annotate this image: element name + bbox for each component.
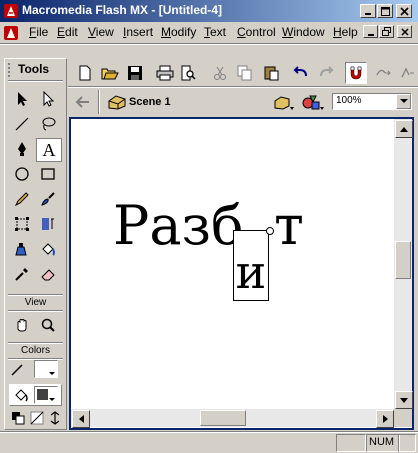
scene-label: Scene 1 <box>129 96 171 108</box>
text-edit-char[interactable]: и <box>233 245 269 299</box>
zoom-select[interactable]: 100% <box>332 93 412 110</box>
edit-symbols-icon[interactable] <box>302 93 326 111</box>
colors-sep <box>8 342 63 344</box>
minimize-button[interactable] <box>360 4 376 18</box>
print-preview-icon[interactable] <box>178 63 198 83</box>
paste-icon[interactable] <box>261 63 281 83</box>
lasso-tool[interactable] <box>36 113 60 135</box>
menu-text[interactable]: Text <box>204 25 226 39</box>
menu-edit[interactable]: Edit <box>57 25 78 39</box>
status-scroll <box>398 434 416 452</box>
menu-modify[interactable]: Modify <box>161 25 196 39</box>
text-box-resize-handle[interactable] <box>266 227 274 235</box>
paint-bucket-tool[interactable] <box>36 238 60 260</box>
menu-view[interactable]: View <box>88 25 114 39</box>
toolbar-divider <box>68 86 418 88</box>
maximize-button[interactable] <box>377 4 393 18</box>
horizontal-scrollbar[interactable] <box>71 409 394 428</box>
text-tool[interactable]: A <box>36 138 62 162</box>
view-sep <box>8 294 63 296</box>
vertical-scroll-thumb[interactable] <box>395 241 411 279</box>
document-icon[interactable] <box>3 25 19 41</box>
edit-bar-sep <box>98 90 100 114</box>
ink-bottle-tool[interactable] <box>10 238 34 260</box>
print-icon[interactable] <box>155 63 175 83</box>
pencil-tool[interactable] <box>10 188 34 210</box>
hand-tool[interactable] <box>10 314 34 336</box>
stage[interactable]: Разб т и <box>71 119 394 409</box>
zoom-tool[interactable] <box>36 314 60 336</box>
scroll-left-button[interactable] <box>72 410 90 428</box>
status-divider <box>0 431 418 433</box>
scroll-up-button[interactable] <box>395 120 413 138</box>
zoom-value: 100% <box>336 95 362 106</box>
back-arrow-icon[interactable] <box>74 93 92 111</box>
fill-color-icon <box>14 388 28 402</box>
fill-transform-tool[interactable] <box>36 213 60 235</box>
edit-scene-icon[interactable] <box>274 93 296 111</box>
menu-help[interactable]: Help <box>333 25 358 39</box>
cut-icon[interactable] <box>210 63 230 83</box>
straighten-icon[interactable] <box>398 63 418 83</box>
brush-tool[interactable] <box>36 188 60 210</box>
menu-divider <box>0 43 418 45</box>
flash-app-icon[interactable] <box>3 3 19 19</box>
zoom-dropdown-button[interactable] <box>396 94 411 109</box>
stroke-color-swatch[interactable] <box>34 360 58 378</box>
save-icon[interactable] <box>125 63 145 83</box>
new-icon[interactable] <box>75 63 95 83</box>
black-white-button[interactable] <box>11 411 25 425</box>
open-icon[interactable] <box>100 63 120 83</box>
vertical-scrollbar[interactable] <box>394 119 413 409</box>
menu-insert[interactable]: Insert <box>123 25 153 39</box>
subselect-tool[interactable] <box>36 88 60 110</box>
swap-colors-button[interactable] <box>48 411 62 425</box>
pen-tool[interactable] <box>10 138 34 160</box>
horizontal-scroll-thumb[interactable] <box>200 410 246 426</box>
tools-header: Tools <box>18 62 50 76</box>
copy-icon[interactable] <box>235 63 255 83</box>
status-message <box>4 434 334 450</box>
menu-window[interactable]: Window <box>282 25 325 39</box>
title-bar[interactable]: Macromedia Flash MX - [Untitled-4] <box>0 0 418 22</box>
view-label: View <box>24 297 47 308</box>
smooth-icon[interactable] <box>374 63 394 83</box>
text-edit-box[interactable]: и <box>233 230 269 301</box>
stage-text-main[interactable]: Разб <box>113 191 244 261</box>
menu-bar: File Edit View Insert Modify Text Contro… <box>0 22 418 42</box>
tools-header-sep <box>8 80 63 82</box>
snap-magnet-icon[interactable] <box>345 62 367 84</box>
status-num: NUM <box>366 434 400 452</box>
doc-restore-button[interactable] <box>379 25 394 38</box>
oval-tool[interactable] <box>10 163 34 185</box>
redo-icon[interactable] <box>316 63 336 83</box>
stage-text-tail[interactable]: т <box>274 191 304 261</box>
eyedropper-tool[interactable] <box>10 263 34 285</box>
view-sep-2 <box>8 310 63 312</box>
scroll-corner <box>394 409 412 427</box>
eraser-tool[interactable] <box>36 263 60 285</box>
line-tool[interactable] <box>10 113 34 135</box>
fill-color-swatch[interactable] <box>34 386 58 404</box>
colors-label: Colors <box>21 345 50 356</box>
free-transform-tool[interactable] <box>10 213 34 235</box>
stroke-color-icon <box>11 362 25 376</box>
window-title: Macromedia Flash MX - [Untitled-4] <box>22 3 223 17</box>
menu-control[interactable]: Control <box>237 25 276 39</box>
scene-icon <box>108 94 126 110</box>
doc-minimize-button[interactable] <box>363 25 378 38</box>
tools-panel: Tools A View Colors <box>4 58 67 430</box>
no-color-button[interactable] <box>30 411 44 425</box>
menu-file[interactable]: File <box>29 25 48 39</box>
rectangle-tool[interactable] <box>36 163 60 185</box>
scroll-right-button[interactable] <box>376 410 394 428</box>
doc-close-button[interactable] <box>397 25 412 38</box>
undo-icon[interactable] <box>291 63 311 83</box>
tools-grip[interactable] <box>8 63 14 77</box>
scroll-down-button[interactable] <box>395 391 413 409</box>
arrow-tool[interactable] <box>10 88 34 110</box>
close-button[interactable] <box>396 4 412 18</box>
status-caps <box>336 434 366 452</box>
